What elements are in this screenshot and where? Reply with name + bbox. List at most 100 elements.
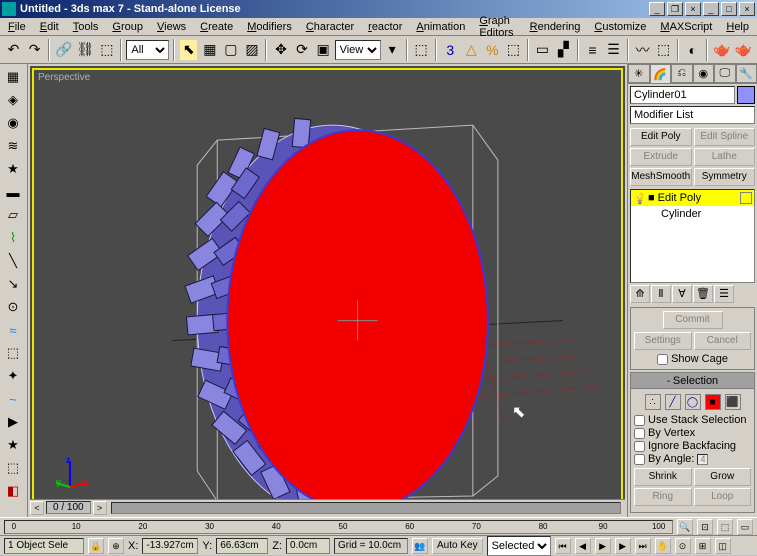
loop-button[interactable]: Loop <box>694 488 752 506</box>
menu-modifiers[interactable]: Modifiers <box>241 20 298 34</box>
timeline-track[interactable] <box>111 502 621 514</box>
select-region-icon[interactable]: ▢ <box>221 39 240 61</box>
element-subobj-icon[interactable]: ⬛ <box>725 394 741 410</box>
menu-rendering[interactable]: Rendering <box>524 20 587 34</box>
nav-zoom-icon[interactable]: 🔍 <box>677 519 693 535</box>
time-slider[interactable]: < 0 / 100 > <box>30 499 625 515</box>
vertex-subobj-icon[interactable]: ∴ <box>645 394 661 410</box>
unlink-icon[interactable]: ⛓ <box>76 39 96 61</box>
comm-icon[interactable]: 👥 <box>412 538 428 554</box>
export-icon[interactable]: ◧ <box>2 480 24 502</box>
menu-views[interactable]: Views <box>151 20 192 34</box>
minimize2-button[interactable]: _ <box>703 2 719 16</box>
deform-mesh2-icon[interactable]: ▬ <box>2 181 24 203</box>
border-subobj-icon[interactable]: ◯ <box>685 394 701 410</box>
display-tab-icon[interactable]: 🖵 <box>714 64 736 83</box>
shrink-button[interactable]: Shrink <box>634 468 692 486</box>
window-crossing-icon[interactable]: ▨ <box>242 39 261 61</box>
schematic-icon[interactable]: ⬚ <box>654 39 673 61</box>
x-field[interactable] <box>142 538 198 554</box>
nav-minmax-icon[interactable]: ◫ <box>715 538 731 554</box>
make-unique-icon[interactable]: ∀ <box>672 285 692 303</box>
bind-icon[interactable]: ⬚ <box>97 39 116 61</box>
angle-spinner[interactable] <box>697 454 708 465</box>
by-angle-checkbox[interactable]: By Angle: <box>634 453 751 465</box>
play-icon[interactable]: ▶ <box>595 538 611 554</box>
menu-edit[interactable]: Edit <box>34 20 65 34</box>
wind-icon[interactable]: ≈ <box>2 319 24 341</box>
nav-fov-icon[interactable]: ▭ <box>737 519 753 535</box>
motion-tab-icon[interactable]: ◉ <box>693 64 715 83</box>
angle-snap-icon[interactable]: △ <box>462 39 481 61</box>
extrude-button[interactable]: Extrude <box>630 148 692 166</box>
linear-icon[interactable]: ╲ <box>2 250 24 272</box>
frame-ruler[interactable]: 0 10 20 30 40 50 60 70 80 90 100 <box>4 520 673 534</box>
object-color-swatch[interactable] <box>737 86 755 104</box>
mirror-icon[interactable]: ▞ <box>554 39 573 61</box>
stack-item-editpoly[interactable]: 💡 ■ Edit Poly <box>631 190 754 206</box>
selection-rollout-header[interactable]: - Selection <box>631 373 754 389</box>
soft-body-icon[interactable]: ◉ <box>2 112 24 134</box>
symmetry-button[interactable]: Symmetry <box>694 168 756 186</box>
grow-button[interactable]: Grow <box>694 468 752 486</box>
menu-group[interactable]: Group <box>106 20 149 34</box>
fracture-icon[interactable]: ✦ <box>2 365 24 387</box>
menu-create[interactable]: Create <box>194 20 239 34</box>
utilities-tab-icon[interactable]: 🔧 <box>736 64 757 83</box>
next-frame-icon[interactable]: ▶ <box>615 538 631 554</box>
redo-icon[interactable]: ↷ <box>25 39 44 61</box>
close-button[interactable]: × <box>685 2 701 16</box>
modifier-list-dropdown[interactable]: Modifier List <box>630 106 755 124</box>
undo-icon[interactable]: ↶ <box>4 39 23 61</box>
create-tab-icon[interactable]: ✳ <box>628 64 650 83</box>
menu-help[interactable]: Help <box>720 20 755 34</box>
remove-mod-icon[interactable]: 🗑 <box>693 285 713 303</box>
modify-tab-icon[interactable]: 🌈 <box>650 64 672 83</box>
minimize-button[interactable]: _ <box>649 2 665 16</box>
polygon-subobj-icon[interactable]: ■ <box>705 394 721 410</box>
configure-icon[interactable]: ☰ <box>714 285 734 303</box>
align-icon[interactable]: ≡ <box>583 39 602 61</box>
use-stack-checkbox[interactable]: Use Stack Selection <box>634 414 751 426</box>
move-icon[interactable]: ✥ <box>271 39 290 61</box>
percent-snap-icon[interactable]: % <box>483 39 502 61</box>
nav-zoomall-icon[interactable]: ⊡ <box>697 519 713 535</box>
ring-button[interactable]: Ring <box>634 488 692 506</box>
spring-icon[interactable]: ⌇ <box>2 227 24 249</box>
menu-customize[interactable]: Customize <box>588 20 652 34</box>
next-key-icon[interactable]: > <box>93 501 107 515</box>
cloth-icon[interactable]: ◈ <box>2 89 24 111</box>
menu-animation[interactable]: Animation <box>410 20 471 34</box>
edit-spline-button[interactable]: Edit Spline <box>694 128 756 146</box>
lathe-button[interactable]: Lathe <box>694 148 756 166</box>
render-scene-icon[interactable]: 🫖 <box>712 39 731 61</box>
spinner-snap-icon[interactable]: ⬚ <box>504 39 523 61</box>
maximize-button[interactable]: □ <box>721 2 737 16</box>
pin-icon[interactable] <box>740 192 752 204</box>
menu-tools[interactable]: Tools <box>67 20 105 34</box>
select-icon[interactable]: ⬉ <box>179 39 198 61</box>
curve-editor-icon[interactable]: 〰 <box>633 39 652 61</box>
meshsmooth-button[interactable]: MeshSmooth <box>630 168 692 186</box>
abs-rel-icon[interactable]: ⊕ <box>108 538 124 554</box>
rigid-body-icon[interactable]: ▦ <box>2 66 24 88</box>
commit-button[interactable]: Commit <box>663 311 723 329</box>
goto-start-icon[interactable]: ⏮ <box>555 538 571 554</box>
prev-frame-icon[interactable]: ◀ <box>575 538 591 554</box>
nav-maximize-icon[interactable]: ⊞ <box>695 538 711 554</box>
pin-stack-icon[interactable]: ⟰ <box>630 285 650 303</box>
close2-button[interactable]: × <box>739 2 755 16</box>
menu-maxscript[interactable]: MAXScript <box>654 20 718 34</box>
prev-key-icon[interactable]: < <box>30 501 44 515</box>
deform-mesh-icon[interactable]: ★ <box>2 158 24 180</box>
link-icon[interactable]: 🔗 <box>54 39 73 61</box>
ref-coord[interactable]: View <box>335 40 381 60</box>
toy-car-icon[interactable]: ⬚ <box>2 342 24 364</box>
analyze-icon[interactable]: ⬚ <box>2 457 24 479</box>
settings-button[interactable]: Settings <box>634 332 692 350</box>
create-anim-icon[interactable]: ★ <box>2 434 24 456</box>
object-name-field[interactable]: Cylinder01 <box>630 86 735 104</box>
stack-item-cylinder[interactable]: Cylinder <box>631 206 754 222</box>
angular-icon[interactable]: ↘ <box>2 273 24 295</box>
ignore-backfacing-checkbox[interactable]: Ignore Backfacing <box>634 440 751 452</box>
